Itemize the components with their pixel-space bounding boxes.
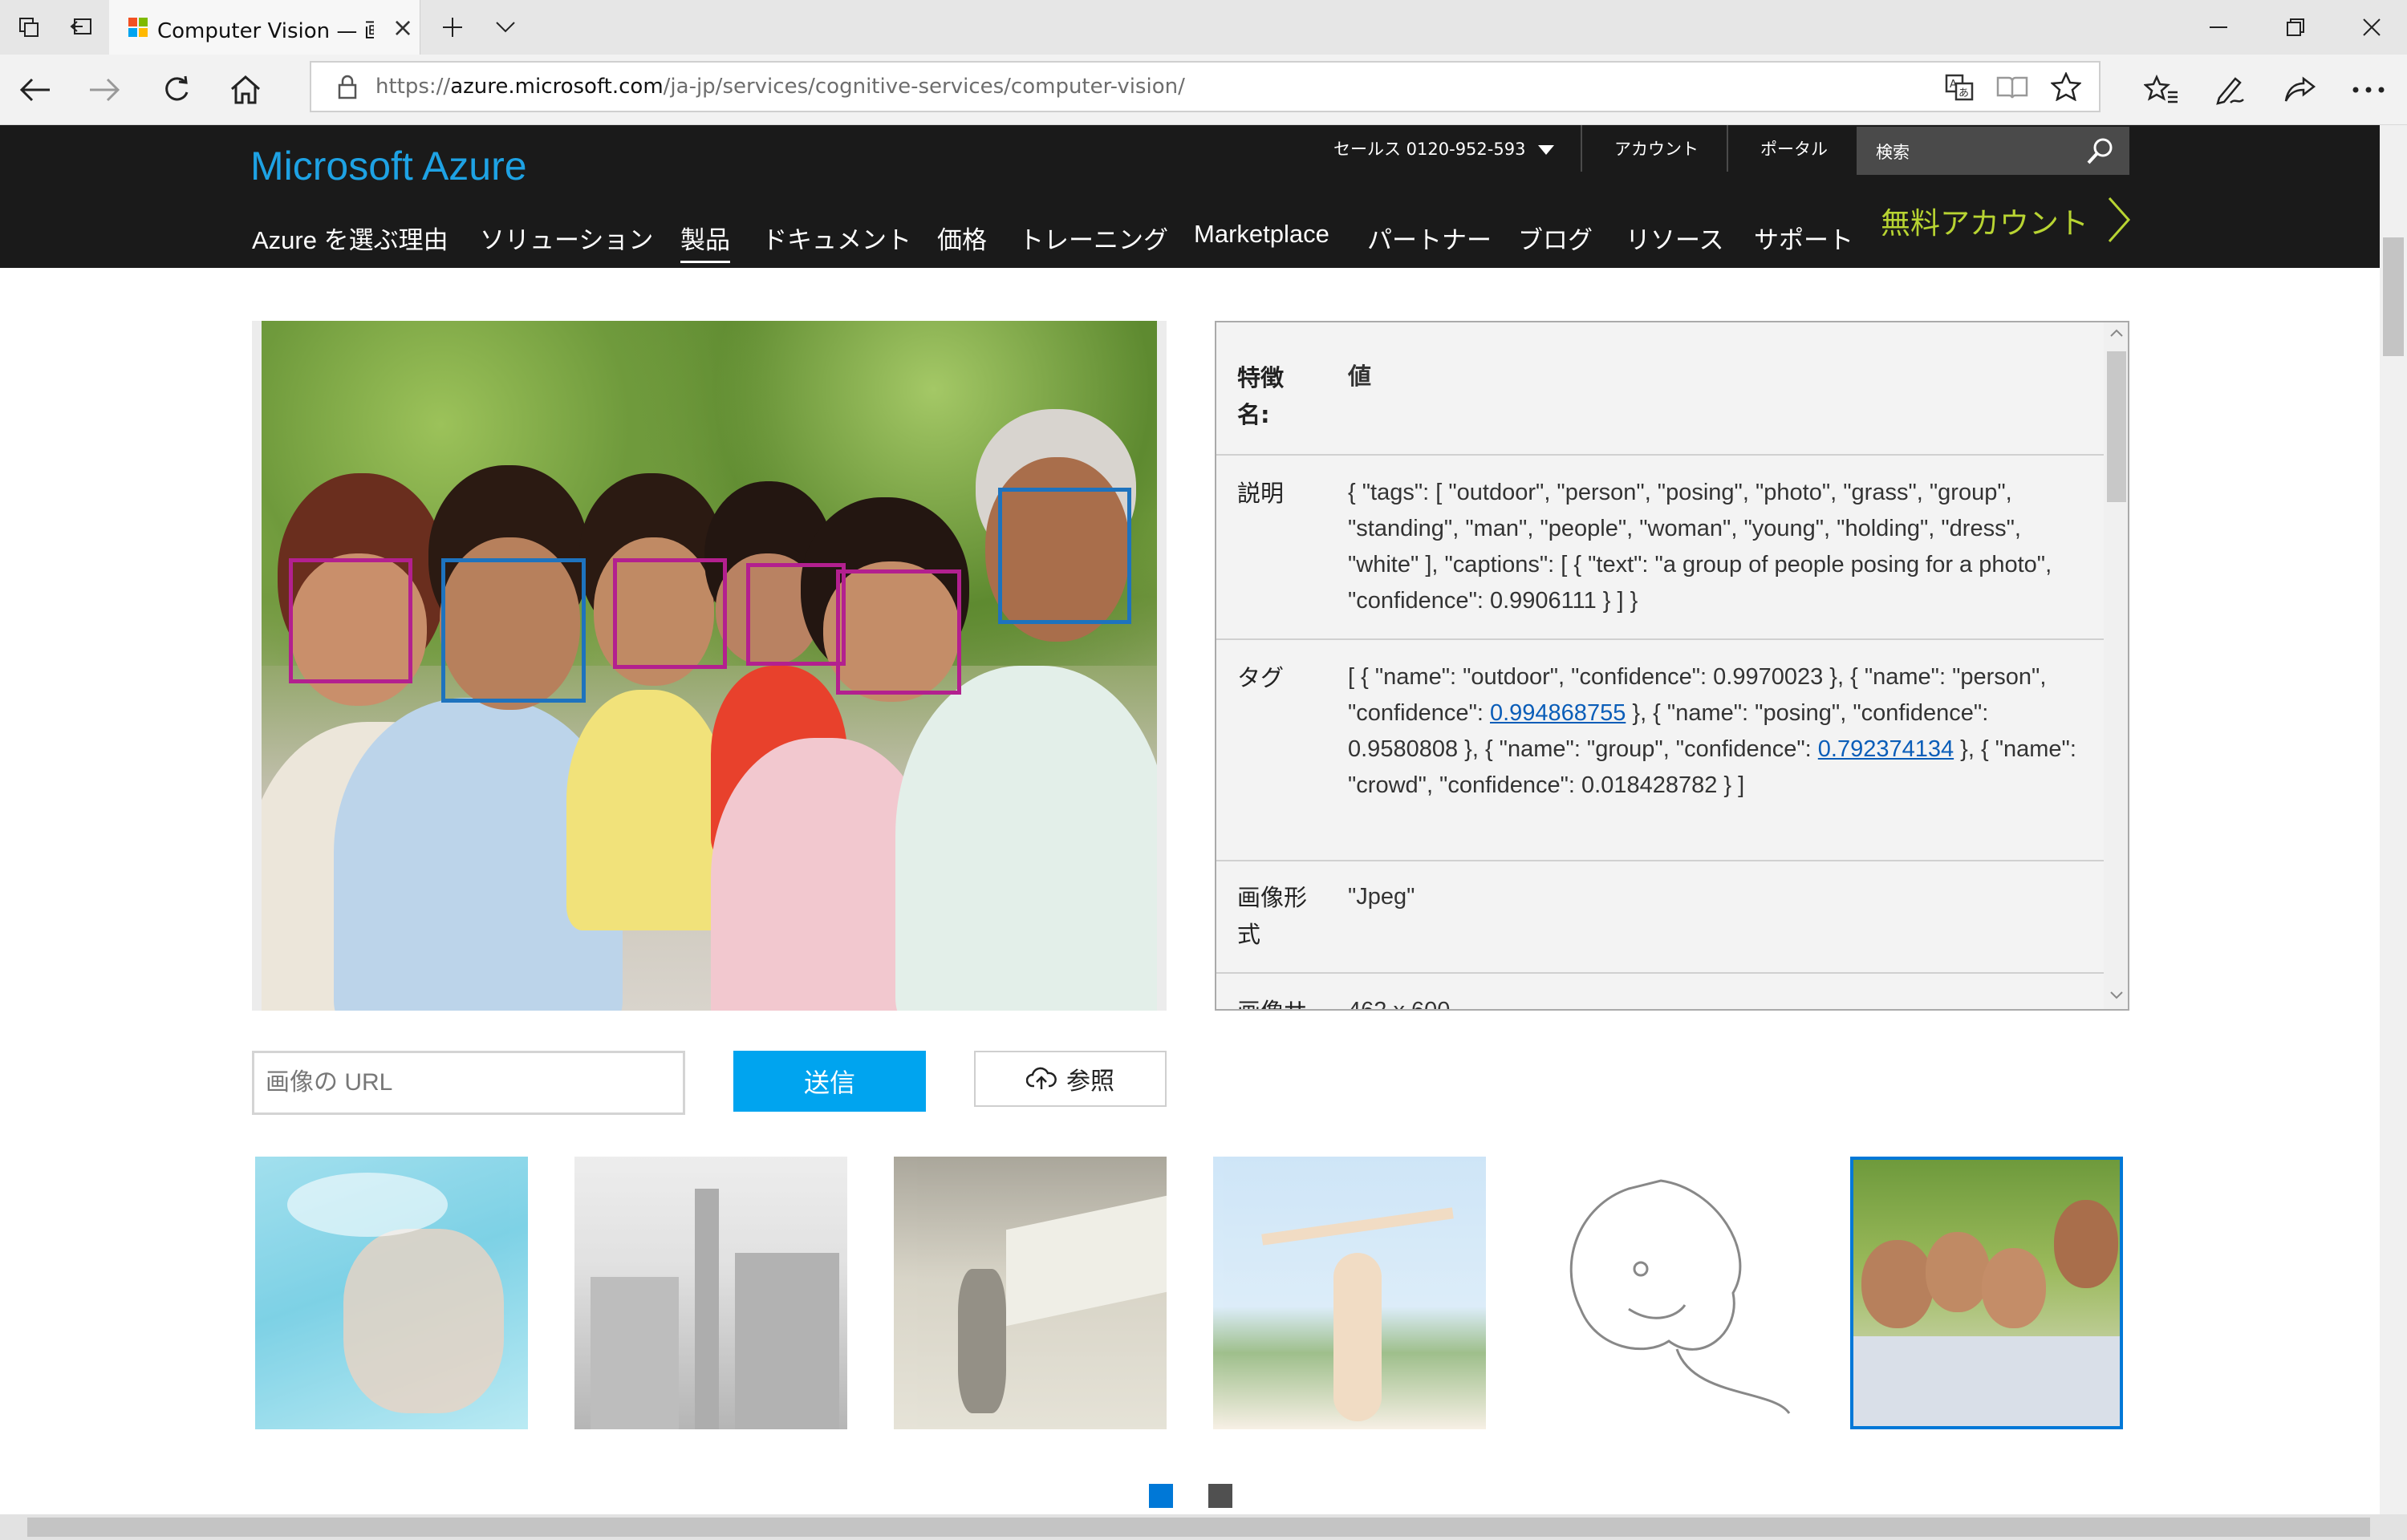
web-note-pen-icon[interactable] <box>2203 66 2255 114</box>
image-format-value: "Jpeg" <box>1348 884 1415 910</box>
cloud-upload-icon <box>1026 1067 1057 1089</box>
search-icon[interactable] <box>2086 136 2115 168</box>
back-arrow-icon[interactable] <box>10 66 61 114</box>
tab-title: Computer Vision — 画像 <box>157 19 374 43</box>
sales-phone-label: セールス 0120-952-593 <box>1333 140 1526 159</box>
image-size-value: 462 x 600 <box>1348 998 1451 1011</box>
image-url-input[interactable] <box>252 1051 685 1115</box>
url-text: https://azure.microsoft.com/ja-jp/servic… <box>375 75 1185 99</box>
portal-link[interactable]: ポータル <box>1760 136 1828 160</box>
description-value: { "tags": [ "outdoor", "person", "posing… <box>1348 480 2052 614</box>
analyzed-image-panel <box>252 321 1167 1011</box>
azure-logo[interactable]: Microsoft Azure <box>250 143 527 189</box>
favorites-hub-icon[interactable] <box>2136 66 2187 114</box>
table-header-row: 特徴名: 値 <box>1216 322 2104 456</box>
favorite-star-icon[interactable] <box>2049 71 2083 104</box>
image-format-key: 画像形式 <box>1237 884 1308 948</box>
table-scroll-thumb[interactable] <box>2107 351 2126 502</box>
menu-pricing[interactable]: 価格 <box>937 220 987 256</box>
caret-down-icon <box>1538 145 1555 155</box>
translate-icon[interactable]: Aあ <box>1945 74 1974 104</box>
tab-overview-icon[interactable] <box>0 0 58 55</box>
confidence-link-person[interactable]: 0.994868755 <box>1490 700 1626 726</box>
menu-marketplace[interactable]: Marketplace <box>1194 220 1329 249</box>
face-box-woman-2 <box>836 569 961 695</box>
lock-icon <box>337 74 358 103</box>
thumbnail-city-skyline[interactable] <box>574 1157 847 1429</box>
thumbnail-family[interactable] <box>1850 1157 2123 1429</box>
more-options-icon[interactable] <box>2343 66 2394 114</box>
menu-solutions[interactable]: ソリューション <box>480 220 653 256</box>
share-icon[interactable] <box>2274 66 2325 114</box>
account-link[interactable]: アカウント <box>1614 136 1699 160</box>
thumbnail-beach-woman[interactable] <box>1213 1157 1486 1429</box>
page-scroll-thumb[interactable] <box>2383 237 2404 356</box>
menu-documents[interactable]: ドキュメント <box>762 220 911 256</box>
minimize-icon[interactable] <box>2182 0 2255 55</box>
face-box-man-1 <box>441 558 586 703</box>
forward-arrow-icon[interactable] <box>79 66 130 114</box>
menu-support[interactable]: サポート <box>1754 220 1853 256</box>
tab-list-chevron-down-icon[interactable] <box>477 0 534 55</box>
set-tabs-aside-icon[interactable] <box>53 0 111 55</box>
tags-value: [ { "name": "outdoor", "confidence": 0.9… <box>1348 664 2076 798</box>
azure-header: Microsoft Azure セールス 0120-952-593 アカウント … <box>0 125 2380 268</box>
restore-icon[interactable] <box>2259 0 2332 55</box>
face-box-woman-1 <box>289 558 412 683</box>
table-row-tags: タグ [ { "name": "outdoor", "confidence": … <box>1216 640 2104 861</box>
face-box-man-2 <box>998 488 1131 624</box>
divider <box>1727 125 1728 172</box>
description-key: 説明 <box>1237 480 1285 507</box>
menu-resources[interactable]: リソース <box>1626 220 1723 256</box>
table-row-description: 説明 { "tags": [ "outdoor", "person", "pos… <box>1216 456 2104 640</box>
close-tab-icon[interactable]: × <box>388 11 417 43</box>
sales-phone-link[interactable]: セールス 0120-952-593 <box>1333 136 1555 160</box>
browse-button[interactable]: 参照 <box>974 1051 1167 1107</box>
thumbnail-swimmer[interactable] <box>255 1157 528 1429</box>
thumbnail-lion-drawing[interactable] <box>1532 1157 1805 1429</box>
carousel-page-2-dot[interactable] <box>1208 1484 1232 1508</box>
family-photo <box>262 321 1157 1011</box>
header-search-input[interactable]: 検索 <box>1857 127 2129 175</box>
menu-why-azure[interactable]: Azure を選ぶ理由 <box>252 220 449 256</box>
image-size-key: 画像サ <box>1237 993 1317 1009</box>
submit-button[interactable]: 送信 <box>733 1051 926 1112</box>
active-tab[interactable]: Computer Vision — 画像 × <box>109 0 420 55</box>
divider <box>1581 125 1582 172</box>
reading-view-icon[interactable] <box>1996 75 2028 103</box>
home-icon[interactable] <box>220 66 271 114</box>
scroll-up-icon[interactable] <box>2110 329 2123 337</box>
chevron-right-icon[interactable] <box>2107 196 2131 247</box>
menu-training[interactable]: トレーニング <box>1019 220 1168 256</box>
feature-name-header: 特徴名: <box>1237 364 1285 428</box>
close-window-icon[interactable] <box>2336 0 2407 55</box>
face-box-girl-1 <box>613 558 727 669</box>
page-horizontal-scroll-thumb[interactable] <box>27 1518 2370 1537</box>
analysis-results-table[interactable]: 特徴名: 値 説明 { "tags": [ "outdoor", "person… <box>1215 321 2129 1011</box>
refresh-icon[interactable] <box>151 66 202 114</box>
menu-products[interactable]: 製品 <box>680 220 730 263</box>
address-bar[interactable]: https://azure.microsoft.com/ja-jp/servic… <box>310 61 2101 112</box>
face-box-girl-2 <box>746 563 846 666</box>
value-header: 値 <box>1348 364 1372 390</box>
confidence-link-group[interactable]: 0.792374134 <box>1818 736 1954 762</box>
thumbnail-subway-platform[interactable] <box>894 1157 1167 1429</box>
menu-blog[interactable]: ブログ <box>1518 220 1593 256</box>
free-account-link[interactable]: 無料アカウント <box>1881 199 2088 242</box>
svg-text:あ: あ <box>1958 87 1969 99</box>
scroll-down-icon[interactable] <box>2110 991 2123 999</box>
browse-label: 参照 <box>1066 1068 1114 1096</box>
table-row-image-size: 画像サ 462 x 600 <box>1216 974 2104 1011</box>
browser-tab-bar: Computer Vision — 画像 × <box>0 0 2407 55</box>
tags-key: タグ <box>1237 664 1285 691</box>
carousel-page-1-dot[interactable] <box>1149 1484 1173 1508</box>
table-row-image-format: 画像形式 "Jpeg" <box>1216 861 2104 974</box>
search-placeholder: 検索 <box>1876 143 1910 162</box>
menu-partners[interactable]: パートナー <box>1367 220 1492 256</box>
microsoft-logo-icon <box>128 18 148 37</box>
new-tab-icon[interactable] <box>424 0 481 55</box>
